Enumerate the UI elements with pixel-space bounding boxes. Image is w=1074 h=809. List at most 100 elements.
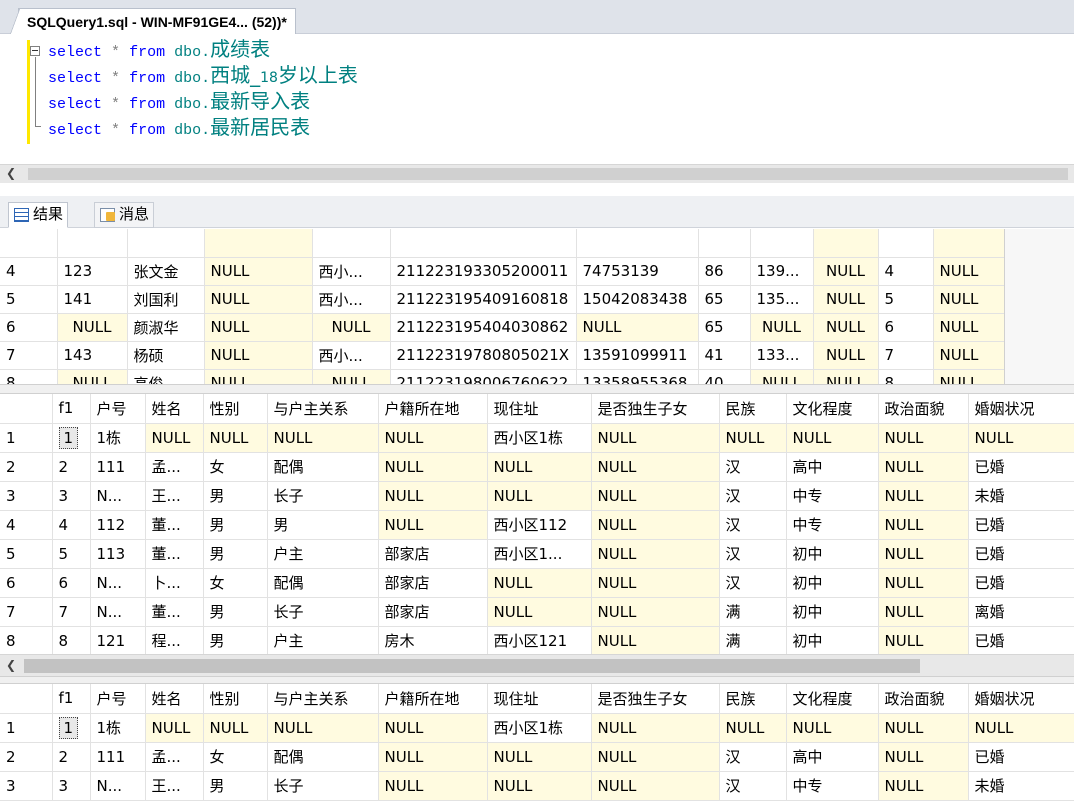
table-cell[interactable]: 张文金	[127, 257, 205, 286]
table-cell[interactable]: 男	[203, 539, 268, 569]
scrollbar-thumb[interactable]	[28, 168, 1068, 180]
table-cell[interactable]: 21122319780805021X	[390, 341, 577, 370]
row-number[interactable]: 2	[0, 452, 53, 482]
table-cell[interactable]: NULL	[487, 742, 592, 772]
table-cell[interactable]: NULL	[591, 713, 720, 743]
table-cell[interactable]: 汉	[719, 771, 787, 801]
row-number[interactable]: 4	[0, 257, 58, 286]
table-cell[interactable]: NULL	[487, 481, 592, 511]
table-cell[interactable]: NULL	[878, 452, 969, 482]
table-cell[interactable]: 已婚	[968, 539, 1074, 569]
table-cell[interactable]: NULL	[878, 510, 969, 540]
table-cell[interactable]: 111	[90, 452, 146, 482]
table-cell[interactable]: 初中	[786, 597, 879, 627]
table-cell[interactable]: NULL	[813, 313, 879, 342]
table-cell[interactable]: NULL	[933, 313, 1005, 342]
table-cell[interactable]: NULL	[591, 771, 720, 801]
column-header[interactable]: 政治面貌	[878, 684, 969, 714]
table-cell[interactable]: 董...	[145, 539, 204, 569]
table-cell[interactable]: NULL	[878, 771, 969, 801]
column-header[interactable]: 姓名	[145, 394, 204, 424]
table-cell[interactable]: 汉	[719, 742, 787, 772]
table-cell[interactable]: 西小区112	[487, 510, 592, 540]
row-number[interactable]: 7	[0, 597, 53, 627]
table-cell[interactable]: NULL	[487, 771, 592, 801]
table-cell[interactable]: 中专	[786, 771, 879, 801]
table-row[interactable]: 6 NULL 颜淑华 NULL NULL 211223195404030862 NULL 65…	[0, 313, 1005, 342]
table-cell[interactable]: NULL	[719, 423, 787, 453]
table-cell[interactable]: 74753139	[576, 257, 699, 286]
row-number[interactable]: 5	[0, 539, 53, 569]
table-cell[interactable]: 65	[698, 313, 751, 342]
table-cell[interactable]: NULL	[378, 771, 488, 801]
table-cell[interactable]: NULL	[786, 423, 879, 453]
table-cell[interactable]: 已婚	[968, 626, 1074, 656]
table-cell[interactable]: 1栋	[90, 423, 146, 453]
result-grid-1[interactable]: 4 123 张文金 NULL 西小... 211223193305200011 747531…	[0, 229, 1005, 398]
table-cell[interactable]: 7	[52, 597, 91, 627]
table-cell[interactable]: 123	[57, 257, 128, 286]
table-cell[interactable]: 房木	[378, 626, 488, 656]
table-cell[interactable]: 男	[203, 510, 268, 540]
table-cell[interactable]: 配偶	[267, 452, 379, 482]
table-cell[interactable]: 王...	[145, 771, 204, 801]
table-cell[interactable]: 部家店	[378, 539, 488, 569]
column-header[interactable]: 文化程度	[786, 684, 879, 714]
table-cell[interactable]: NULL	[378, 510, 488, 540]
table-row[interactable]: 1 1 1栋 NULL NULL NULL NULL 西小区1栋 NULL NULL NULL NUL…	[0, 423, 1074, 453]
table-cell[interactable]: 汉	[719, 510, 787, 540]
table-cell[interactable]: NULL	[312, 313, 391, 342]
table-row[interactable]: 5 141 刘国利 NULL 西小... 211223195409160818 150420…	[0, 285, 1005, 314]
table-cell[interactable]: 刘国利	[127, 285, 205, 314]
row-number[interactable]: 1	[0, 713, 53, 743]
table-cell[interactable]: 中专	[786, 481, 879, 511]
table-row[interactable]: 8 8 121 程... 男户主 房木 西小区121 NULL 满初中 NULL 已婚	[0, 626, 1074, 656]
column-header[interactable]: 是否独生子女	[591, 684, 720, 714]
table-cell[interactable]: 初中	[786, 568, 879, 598]
table-cell[interactable]: 211223193305200011	[390, 257, 577, 286]
table-cell[interactable]: 141	[57, 285, 128, 314]
tab-sqlquery1[interactable]: SQLQuery1.sql - WIN-MF91GE4... (52))*	[10, 8, 296, 35]
table-cell[interactable]: 已婚	[968, 510, 1074, 540]
table-cell[interactable]: 配偶	[267, 568, 379, 598]
editor-horizontal-scrollbar[interactable]: ❮	[0, 164, 1074, 183]
column-header[interactable]: 政治面貌	[878, 394, 969, 424]
table-cell[interactable]: NULL	[719, 713, 787, 743]
grid-splitter[interactable]	[0, 676, 1074, 684]
column-header[interactable]: 户号	[90, 394, 146, 424]
table-cell[interactable]: NULL	[204, 285, 313, 314]
table-cell[interactable]: 长子	[267, 481, 379, 511]
table-cell[interactable]: 户主	[267, 626, 379, 656]
row-number[interactable]: 3	[0, 771, 53, 801]
table-cell[interactable]: 3	[52, 771, 91, 801]
table-cell[interactable]: 西小...	[312, 257, 391, 286]
table-cell[interactable]: 已婚	[968, 568, 1074, 598]
table-cell[interactable]: 65	[698, 285, 751, 314]
table-row[interactable]: 4 4 112 董... 男男 NULL 西小区112 NULL 汉中专 NULL 已婚	[0, 510, 1074, 540]
table-cell[interactable]: 西小...	[312, 341, 391, 370]
table-cell[interactable]: 西小区1...	[487, 539, 592, 569]
selected-cell[interactable]: 1	[58, 426, 79, 449]
row-number[interactable]: 7	[0, 341, 58, 370]
table-cell[interactable]: 41	[698, 341, 751, 370]
table-cell[interactable]: 西小区1栋	[487, 713, 592, 743]
table-row[interactable]: 1 1 1栋 NULL NULL NULL NULL 西小区1栋 NULL NULL NULL NUL…	[0, 713, 1074, 743]
table-cell[interactable]: 长子	[267, 597, 379, 627]
column-header[interactable]: 婚姻状况	[968, 684, 1074, 714]
table-cell[interactable]: 长子	[267, 771, 379, 801]
column-header[interactable]	[0, 684, 53, 714]
code-line-1[interactable]: select * from dbo.成绩表	[48, 36, 270, 62]
table-cell[interactable]: 配偶	[267, 742, 379, 772]
table-cell[interactable]: 6	[52, 568, 91, 598]
table-cell[interactable]: 王...	[145, 481, 204, 511]
table-cell[interactable]: 男	[203, 597, 268, 627]
table-cell[interactable]: 15042083438	[576, 285, 699, 314]
table-cell[interactable]: 111	[90, 742, 146, 772]
row-number[interactable]: 8	[0, 626, 53, 656]
table-cell[interactable]: 未婚	[968, 771, 1074, 801]
table-cell[interactable]: NULL	[933, 341, 1005, 370]
table-cell[interactable]: 离婚	[968, 597, 1074, 627]
table-cell[interactable]: 3	[52, 481, 91, 511]
chevron-left-icon[interactable]: ❮	[6, 658, 16, 672]
column-header[interactable]: 民族	[719, 394, 787, 424]
